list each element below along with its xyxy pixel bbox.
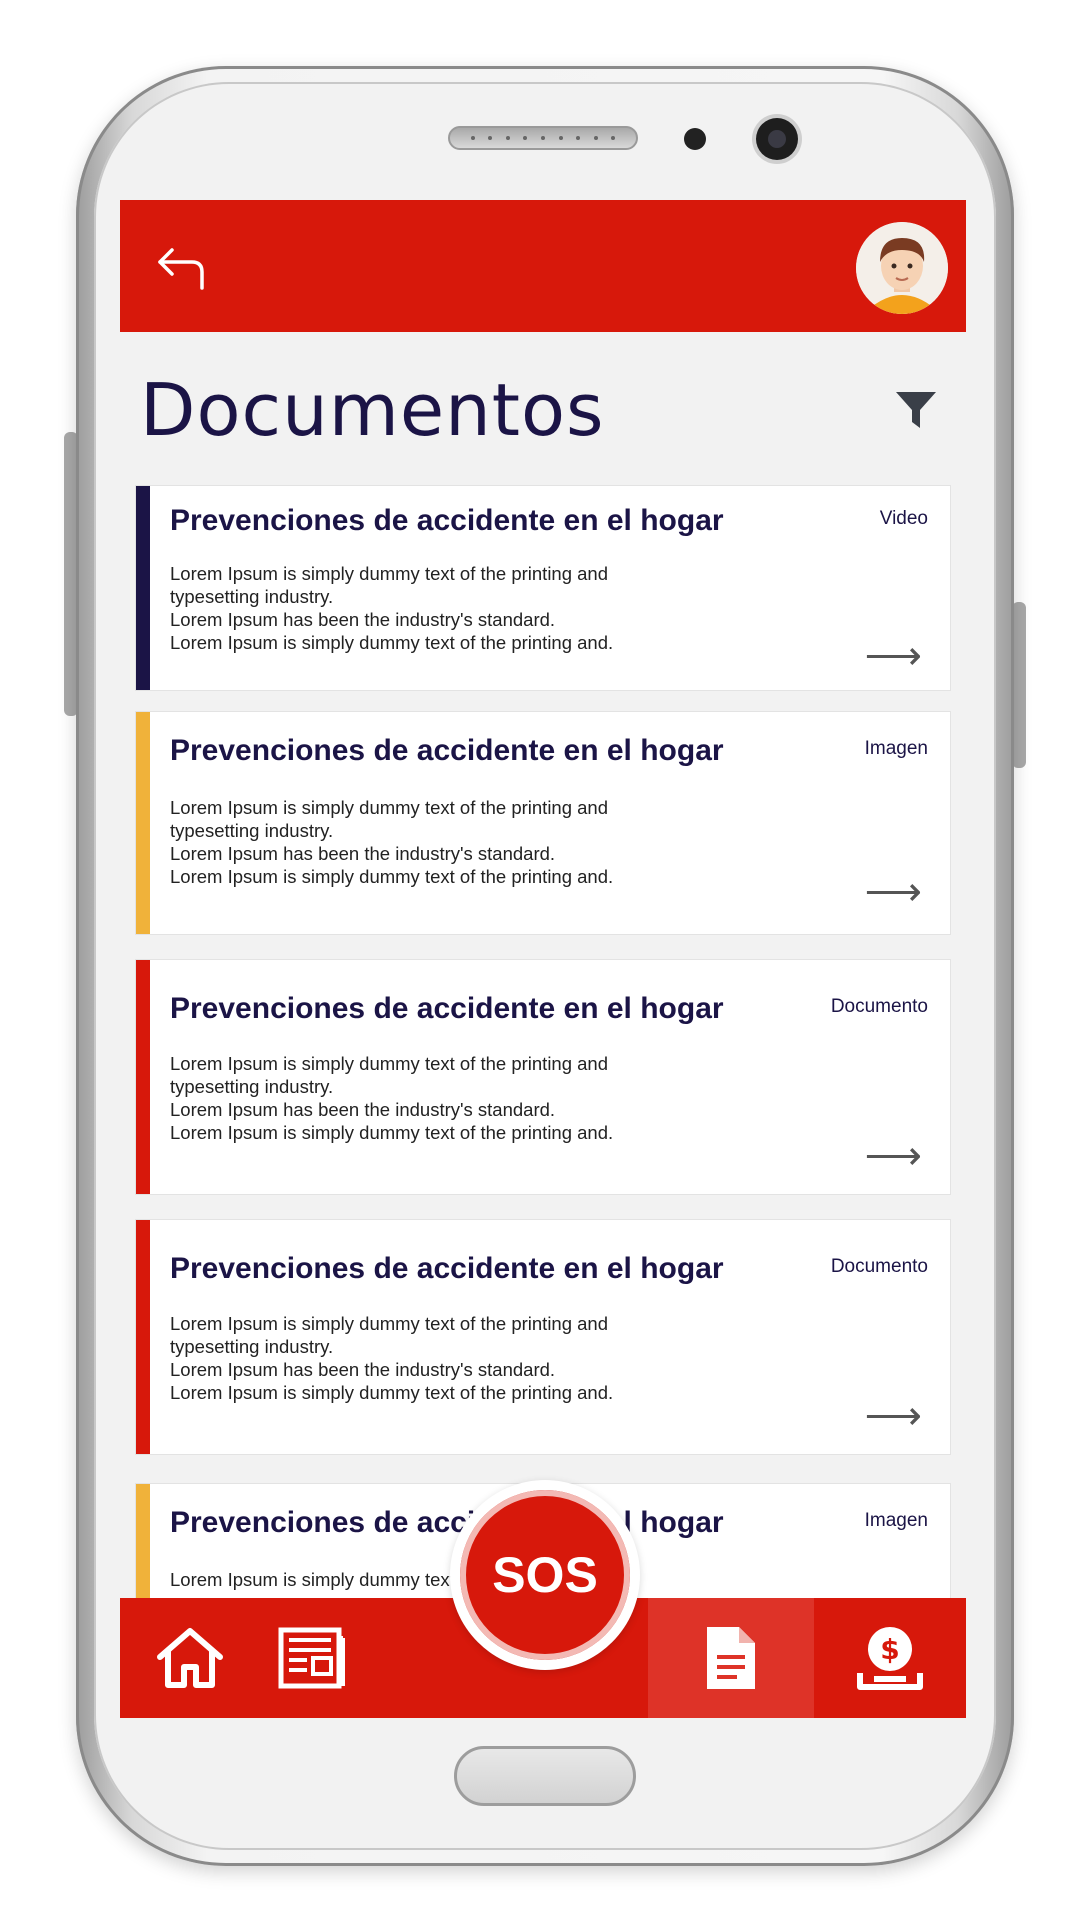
card-line: Lorem Ipsum has been the industry's stan… <box>170 609 556 630</box>
page-title: Documentos <box>140 368 605 452</box>
back-arrow-glyph <box>158 248 204 290</box>
card-description: Lorem Ipsum is simply dummy text of the … <box>170 796 690 888</box>
avatar-illustration <box>856 222 948 314</box>
card-line: Lorem Ipsum is simply dummy text of the … <box>170 797 609 818</box>
filter-glyph <box>896 392 936 428</box>
card-description: Lorem Ipsum is simply dummy text of the … <box>170 1312 690 1404</box>
card-type: Video <box>879 508 928 529</box>
card-line: Lorem Ipsum is simply dummy text of the … <box>170 1313 609 1334</box>
filter-icon[interactable] <box>892 386 940 434</box>
arrow-right-icon[interactable]: ⟶ <box>865 1136 922 1176</box>
document-card[interactable]: Prevenciones de accidente en el hogar Im… <box>136 712 950 934</box>
power-button <box>1012 602 1026 768</box>
phone-speaker <box>448 126 638 150</box>
arrow-right-icon[interactable]: ⟶ <box>865 636 922 676</box>
nav-documents[interactable] <box>648 1598 814 1718</box>
card-line: typesetting industry. <box>170 1076 334 1097</box>
document-card[interactable]: Prevenciones de accidente en el hogar Vi… <box>136 486 950 690</box>
card-line: Lorem Ipsum is simply dummy text of the … <box>170 563 609 584</box>
money-icon: $ <box>857 1627 923 1690</box>
arrow-right-icon[interactable]: ⟶ <box>865 872 922 912</box>
card-type: Documento <box>830 996 928 1017</box>
card-line: Lorem Ipsum is simply dummy text of the … <box>170 632 614 653</box>
card-title: Prevenciones de accidente en el hogar <box>170 1252 724 1285</box>
back-arrow-icon[interactable] <box>152 236 212 296</box>
card-line: Lorem Ipsum is simply dummy text of the … <box>170 1382 614 1403</box>
arrow-right-icon[interactable]: ⟶ <box>865 1396 922 1436</box>
home-hardware-button <box>454 1746 636 1806</box>
home-icon <box>157 1628 223 1688</box>
card-accent-bar <box>136 712 150 934</box>
card-line: Lorem Ipsum has been the industry's stan… <box>170 843 556 864</box>
card-line: Lorem Ipsum is simply dummy text of the … <box>170 1053 609 1074</box>
card-description: Lorem Ipsum is simply dummy text of the … <box>170 562 690 654</box>
nav-news[interactable] <box>242 1598 382 1718</box>
card-accent-bar <box>136 960 150 1194</box>
card-line: Lorem Ipsum is simply dummy text of the … <box>170 866 614 887</box>
card-accent-bar <box>136 486 150 690</box>
card-line: typesetting industry. <box>170 586 334 607</box>
card-title: Prevenciones de accidente en el hogar <box>170 504 724 537</box>
user-avatar[interactable] <box>856 222 948 314</box>
card-type: Documento <box>830 1256 928 1277</box>
card-line: typesetting industry. <box>170 1336 334 1357</box>
sos-label: SOS <box>460 1490 630 1660</box>
card-description: Lorem Ipsum is simply dummy text of the … <box>170 1052 690 1144</box>
card-line: Lorem Ipsum has been the industry's stan… <box>170 1359 556 1380</box>
document-icon <box>707 1627 755 1689</box>
card-line: Lorem Ipsum has been the industry's stan… <box>170 1099 556 1120</box>
document-card[interactable]: Prevenciones de accidente en el hogar Do… <box>136 1220 950 1454</box>
card-title: Prevenciones de accidente en el hogar <box>170 1506 724 1539</box>
card-title: Prevenciones de accidente en el hogar <box>170 734 724 767</box>
document-card[interactable]: Prevenciones de accidente en el hogar Do… <box>136 960 950 1194</box>
app-bar <box>120 200 966 332</box>
newspaper-icon <box>278 1627 345 1689</box>
card-accent-bar <box>136 1220 150 1454</box>
front-camera <box>756 118 798 160</box>
nav-payments[interactable]: $ <box>814 1598 966 1718</box>
sos-button[interactable]: SOS <box>450 1480 640 1670</box>
card-type: Imagen <box>864 1510 928 1531</box>
card-line: typesetting industry. <box>170 820 334 841</box>
card-title: Prevenciones de accidente en el hogar <box>170 992 724 1025</box>
nav-home[interactable] <box>120 1598 260 1718</box>
phone-sensor <box>684 128 706 150</box>
card-type: Imagen <box>864 738 928 759</box>
card-line: Lorem Ipsum is simply dummy text of the … <box>170 1122 614 1143</box>
svg-text:$: $ <box>880 1633 899 1666</box>
app-screen: Documentos Prevenciones de accidente en … <box>120 200 966 1718</box>
